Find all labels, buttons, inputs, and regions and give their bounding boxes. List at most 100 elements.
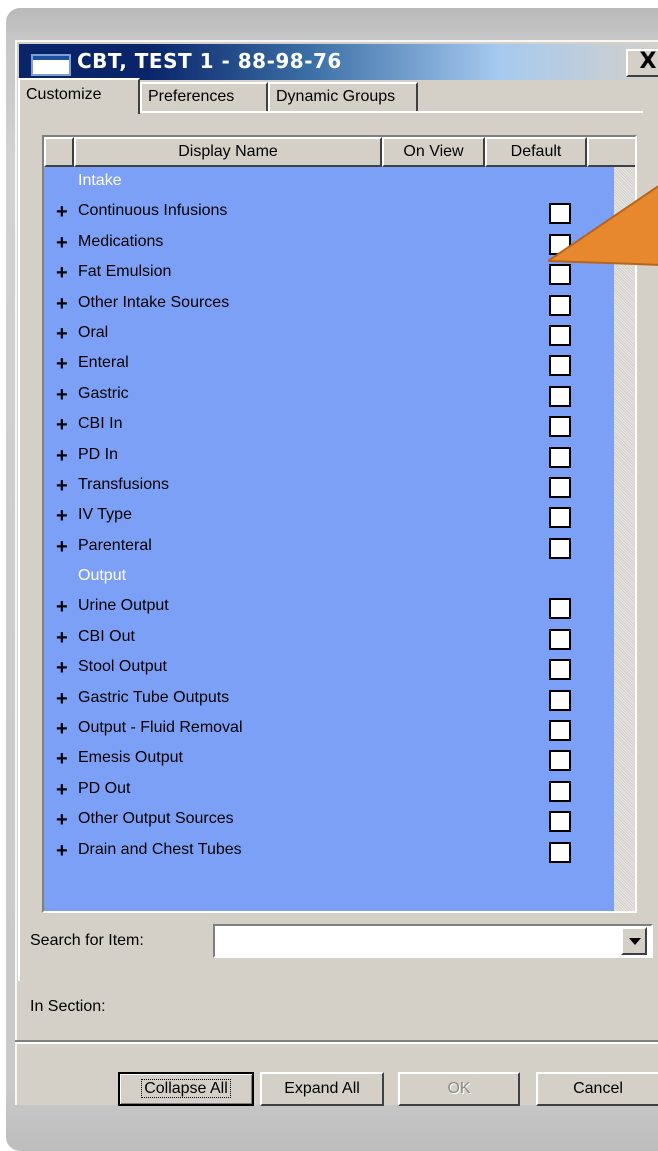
expand-all-button[interactable]: Expand All <box>260 1072 384 1106</box>
expand-plus-icon[interactable]: + <box>56 689 68 709</box>
expand-plus-icon[interactable]: + <box>56 749 68 769</box>
expand-plus-icon[interactable]: + <box>56 324 68 344</box>
row-display-name: Urine Output <box>78 597 169 615</box>
grid-row[interactable]: + Continuous Infusions <box>44 197 614 227</box>
expand-plus-icon[interactable]: + <box>56 354 68 374</box>
grid-row[interactable]: + PD Out <box>44 775 614 805</box>
expand-plus-icon[interactable]: + <box>56 476 68 496</box>
default-checkbox[interactable] <box>549 446 571 468</box>
grid-row[interactable]: + Enteral <box>44 349 614 379</box>
default-checkbox[interactable] <box>549 720 571 742</box>
tab-customize[interactable]: Customize <box>18 78 140 114</box>
grid-rows: Intake + Continuous Infusions + Medications +… <box>44 167 614 866</box>
default-checkbox[interactable] <box>549 689 571 711</box>
row-display-name: Gastric <box>78 384 129 402</box>
grid-row[interactable]: + Medications <box>44 228 614 258</box>
default-checkbox[interactable] <box>549 780 571 802</box>
expand-plus-icon[interactable]: + <box>56 658 68 678</box>
in-section-label: In Section: <box>30 998 106 1015</box>
expand-plus-icon[interactable]: + <box>56 780 68 800</box>
grid-row[interactable]: + Gastric <box>44 380 614 410</box>
grid-row[interactable]: + Drain and Chest Tubes <box>44 836 614 866</box>
default-checkbox[interactable] <box>549 659 571 681</box>
default-checkbox[interactable] <box>549 750 571 772</box>
grid-row[interactable]: + Fat Emulsion <box>44 258 614 288</box>
expand-plus-icon[interactable]: + <box>56 233 68 253</box>
row-display-name: Transfusions <box>78 475 169 493</box>
expand-plus-icon[interactable]: + <box>56 719 68 739</box>
search-label: Search for Item: <box>30 932 144 949</box>
expand-plus-icon[interactable]: + <box>56 597 68 617</box>
row-display-name: PD Out <box>78 779 131 797</box>
row-display-name: Other Intake Sources <box>78 293 230 311</box>
grid-row[interactable]: + Emesis Output <box>44 744 614 774</box>
footer-separator <box>15 1040 658 1044</box>
grid-row[interactable]: + CBI In <box>44 410 614 440</box>
grid-row[interactable]: + CBI Out <box>44 623 614 653</box>
default-checkbox[interactable] <box>549 811 571 833</box>
expand-plus-icon[interactable]: + <box>56 385 68 405</box>
expand-plus-icon[interactable]: + <box>56 628 68 648</box>
tab-preferences[interactable]: Preferences <box>140 82 268 112</box>
header-on-view[interactable]: On View <box>382 137 485 167</box>
default-checkbox[interactable] <box>549 507 571 529</box>
grid-row[interactable]: + Other Intake Sources <box>44 289 614 319</box>
collapse-all-button[interactable]: Collapse All <box>118 1072 254 1106</box>
expand-plus-icon[interactable]: + <box>56 294 68 314</box>
expand-plus-icon[interactable]: + <box>56 446 68 466</box>
default-checkbox[interactable] <box>549 324 571 346</box>
default-checkbox[interactable] <box>549 416 571 438</box>
ok-button[interactable]: OK <box>398 1072 520 1106</box>
default-checkbox[interactable] <box>549 385 571 407</box>
default-checkbox[interactable] <box>549 355 571 377</box>
section-label: Intake <box>78 172 122 189</box>
cancel-button[interactable]: Cancel <box>536 1072 658 1106</box>
close-button[interactable]: X <box>626 49 658 77</box>
section-row[interactable]: Output <box>44 562 614 592</box>
default-checkbox[interactable] <box>549 537 571 559</box>
grid-row[interactable]: + Output - Fluid Removal <box>44 714 614 744</box>
default-checkbox[interactable] <box>549 628 571 650</box>
window-title: CBT, TEST 1 - 88-98-76 <box>77 49 342 73</box>
row-display-name: Drain and Chest Tubes <box>78 840 242 858</box>
row-display-name: Stool Output <box>78 658 167 676</box>
grid-row[interactable]: + Other Output Sources <box>44 805 614 835</box>
header-expand[interactable] <box>44 137 74 167</box>
row-display-name: Oral <box>78 323 109 341</box>
row-display-name: Fat Emulsion <box>78 263 172 281</box>
row-display-name: Output - Fluid Removal <box>78 719 243 737</box>
collapse-all-label: Collapse All <box>141 1079 231 1098</box>
expand-plus-icon[interactable]: + <box>56 263 68 283</box>
row-display-name: IV Type <box>78 506 132 524</box>
grid-row[interactable]: + Urine Output <box>44 592 614 622</box>
tab-dynamic-groups[interactable]: Dynamic Groups <box>268 82 418 112</box>
row-display-name: Enteral <box>78 354 129 372</box>
default-checkbox[interactable] <box>549 598 571 620</box>
expand-plus-icon[interactable]: + <box>56 841 68 861</box>
row-display-name: Parenteral <box>78 536 152 554</box>
expand-plus-icon[interactable]: + <box>56 537 68 557</box>
callout-arrow <box>548 185 658 266</box>
expand-plus-icon[interactable]: + <box>56 506 68 526</box>
grid-row[interactable]: + IV Type <box>44 501 614 531</box>
grid-row[interactable]: + Parenteral <box>44 532 614 562</box>
grid-row[interactable]: + Stool Output <box>44 653 614 683</box>
expand-plus-icon[interactable]: + <box>56 202 68 222</box>
default-checkbox[interactable] <box>549 476 571 498</box>
expand-plus-icon[interactable]: + <box>56 415 68 435</box>
search-input[interactable] <box>217 928 607 954</box>
header-default[interactable]: Default <box>485 137 587 167</box>
grid-row[interactable]: + Gastric Tube Outputs <box>44 684 614 714</box>
grid-row[interactable]: + Oral <box>44 319 614 349</box>
default-checkbox[interactable] <box>549 841 571 863</box>
grid-row[interactable]: + PD In <box>44 441 614 471</box>
expand-plus-icon[interactable]: + <box>56 810 68 830</box>
header-display-name[interactable]: Display Name <box>74 137 382 167</box>
section-row[interactable]: Intake <box>44 167 614 197</box>
search-dropdown-button[interactable] <box>621 927 647 955</box>
row-display-name: Gastric Tube Outputs <box>78 688 230 706</box>
grid-header: Display Name On View Default <box>44 137 635 167</box>
header-filler <box>587 137 635 167</box>
grid-row[interactable]: + Transfusions <box>44 471 614 501</box>
search-combobox[interactable] <box>213 924 653 958</box>
